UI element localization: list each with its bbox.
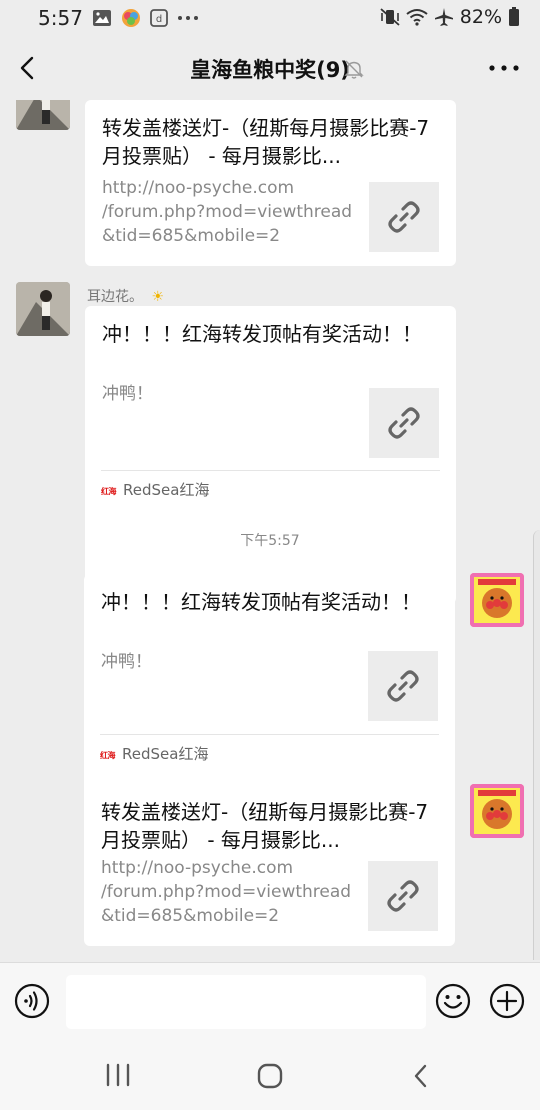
wifi-icon [406,9,428,26]
app-icon [122,9,140,27]
chat-title-text: 皇海鱼粮中奖(9) [190,58,350,82]
link-card-title: 冲！！！红海转发顶帖有奖活动！！ [102,322,422,346]
chat-header: 皇海鱼粮中奖(9) [0,36,540,100]
battery-icon [509,7,519,26]
link-thumbnail [368,861,438,931]
chat-messages[interactable]: 转发盖楼送灯-（纽斯每月摄影比赛-7月投票贴） - 每月摄影比... http:… [0,100,540,960]
airplane-icon [434,8,453,26]
link-card-desc: http://noo-psyche.com /forum.php?mod=vie… [101,856,361,928]
avatar[interactable] [470,784,524,838]
message-input[interactable] [66,975,426,1029]
anpanman-avatar [470,784,524,838]
bell-off-icon [344,60,364,79]
link-card-desc: 冲鸭！ [102,384,153,404]
avatar[interactable] [16,100,70,130]
svg-text:d: d [156,14,162,25]
avatar-photo [16,100,70,130]
link-card-desc-line: &tid=685&mobile=2 [102,226,281,246]
home-icon[interactable] [256,1062,284,1090]
redsea-logo: 红海 [100,751,116,760]
link-card-desc-line: http://noo-psyche.com [102,178,295,198]
status-right: 82% [380,6,520,28]
link-icon [388,201,420,233]
link-icon [387,670,419,702]
chat-title: 皇海鱼粮中奖(9) [0,54,540,84]
input-bar [0,962,540,1041]
link-card[interactable]: 冲！！！红海转发顶帖有奖活动！！ 冲鸭！ 红海 RedSea红海 [85,306,456,604]
link-card-desc: http://noo-psyche.com /forum.php?mod=vie… [102,176,362,248]
link-card-source: 红海 RedSea红海 [100,734,439,769]
link-icon [388,407,420,439]
link-card-title: 冲！！！红海转发顶帖有奖活动！！ [101,590,421,614]
status-bar: 5:57 d 82% [0,0,540,36]
link-thumbnail [369,182,439,252]
link-card[interactable]: 转发盖楼送灯-（纽斯每月摄影比赛-7月投票贴） - 每月摄影比... http:… [85,100,456,266]
gallery-icon [93,10,111,26]
anpanman-avatar [470,573,524,627]
link-card-desc-line: &tid=685&mobile=2 [101,906,280,926]
avatar-photo [16,282,70,336]
link-card-source: 红海 RedSea红海 [101,470,440,505]
notification-icons: d [92,8,199,28]
link-icon [387,880,419,912]
vibrate-mute-icon [380,8,400,26]
emoji-icon[interactable] [435,983,471,1019]
sun-emoji: ☀ [151,289,165,305]
voice-icon[interactable] [14,983,50,1019]
redsea-logo: 红海 [101,487,117,496]
system-nav-bar [0,1040,540,1110]
recent-apps-icon[interactable] [104,1062,132,1088]
battery-percent: 82% [459,6,502,28]
link-card[interactable]: 转发盖楼送灯-（纽斯每月摄影比赛-7月投票贴） - 每月摄影比... http:… [84,784,455,946]
more-notifications-icon [178,16,198,20]
avatar[interactable] [470,573,524,627]
sender-name-text: 耳边花。 [87,289,143,305]
link-card-desc-line: http://noo-psyche.com [101,858,294,878]
nav-back-icon[interactable] [410,1062,432,1090]
link-thumbnail [368,651,438,721]
source-name: RedSea红海 [123,481,210,499]
status-time: 5:57 [38,6,83,30]
link-thumbnail [369,388,439,458]
message-timestamp: 下午5:57 [240,533,300,549]
link-card-desc: 冲鸭！ [101,652,152,672]
source-name: RedSea红海 [122,745,209,763]
link-card-desc-line: /forum.php?mod=viewthread [102,202,353,222]
link-card-desc-line: /forum.php?mod=viewthread [101,882,352,902]
plus-icon[interactable] [489,983,525,1019]
dict-icon: d [150,9,168,27]
link-card-title: 转发盖楼送灯-（纽斯每月摄影比赛-7月投票贴） - 每月摄影比... [101,800,429,852]
scrollbar[interactable] [533,530,540,960]
more-dots-icon[interactable] [484,54,524,82]
avatar[interactable] [16,282,70,336]
link-card-title: 转发盖楼送灯-（纽斯每月摄影比赛-7月投票贴） - 每月摄影比... [102,116,430,168]
sender-name: 耳边花。 ☀ [87,286,164,306]
